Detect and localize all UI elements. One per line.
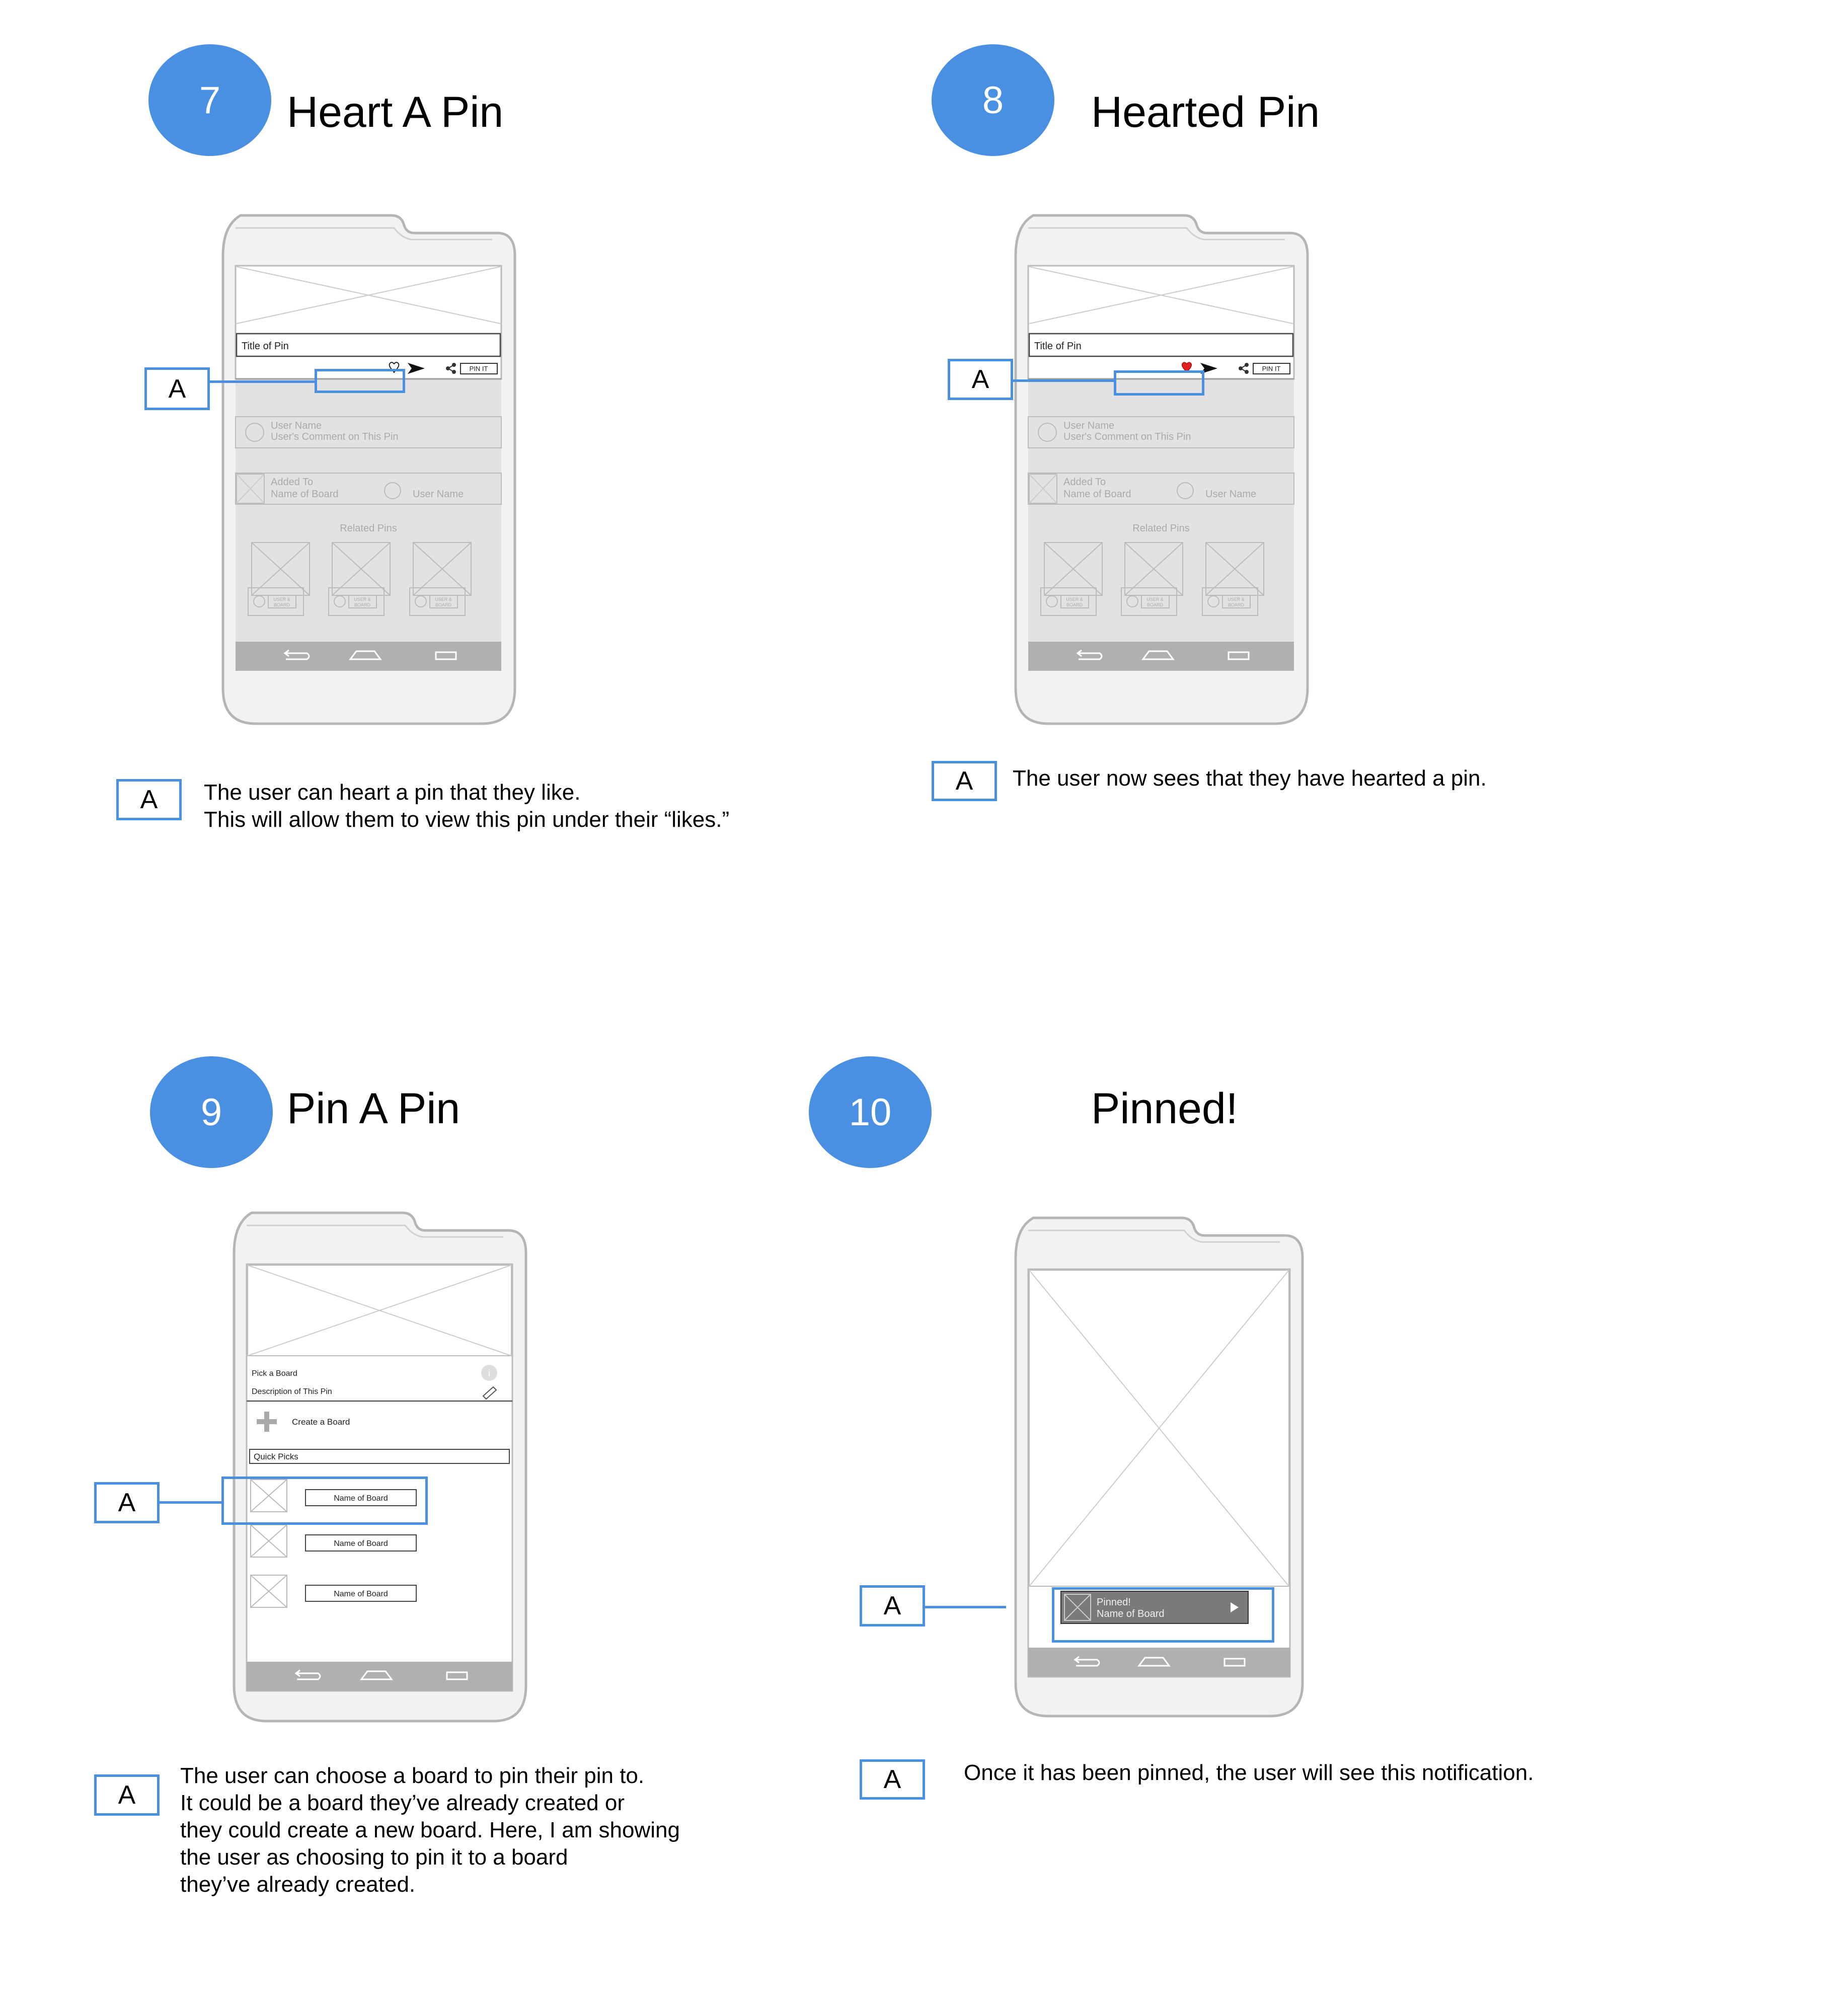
svg-text:USER &: USER & bbox=[1228, 597, 1245, 602]
legend-label-7: A bbox=[116, 779, 182, 820]
description-line: The user can heart a pin that they like. bbox=[204, 780, 581, 805]
phone-mockup-10: Pinned! Name of Board bbox=[1014, 1216, 1304, 1718]
description-line: Once it has been pinned, the user will s… bbox=[964, 1760, 1534, 1785]
step-title-8: Hearted Pin bbox=[1091, 88, 1320, 136]
svg-text:BOARD: BOARD bbox=[1066, 602, 1083, 607]
svg-text:BOARD: BOARD bbox=[354, 602, 371, 607]
step-number-7: 7 bbox=[148, 44, 271, 156]
svg-text:Name of Board: Name of Board bbox=[271, 489, 339, 500]
legend-label-9: A bbox=[94, 1774, 160, 1816]
svg-text:User Name: User Name bbox=[1205, 489, 1256, 500]
step-number-8: 8 bbox=[932, 44, 1054, 156]
svg-text:Related Pins: Related Pins bbox=[1132, 523, 1189, 534]
svg-text:Related Pins: Related Pins bbox=[340, 523, 397, 534]
description-line: The user now sees that they have hearted… bbox=[1013, 766, 1487, 791]
phone-mockup-9: Pick a Board i Description of This Pin C… bbox=[233, 1211, 527, 1723]
svg-text:Pick a Board: Pick a Board bbox=[252, 1369, 297, 1378]
step-title-9: Pin A Pin bbox=[287, 1084, 461, 1133]
svg-text:BOARD: BOARD bbox=[274, 602, 290, 607]
description-line: It could be a board they’ve already crea… bbox=[180, 1791, 625, 1815]
callout-label-8: A bbox=[948, 359, 1013, 400]
svg-text:BOARD: BOARD bbox=[1147, 602, 1164, 607]
step-title-7: Heart A Pin bbox=[287, 88, 504, 136]
highlight-board-9 bbox=[221, 1477, 428, 1525]
step-number-9: 9 bbox=[150, 1056, 273, 1168]
svg-text:User's Comment on This Pin: User's Comment on This Pin bbox=[1063, 431, 1191, 442]
description-10: Once it has been pinned, the user will s… bbox=[964, 1759, 1534, 1787]
callout-label-9: A bbox=[94, 1482, 160, 1523]
highlight-heart-7 bbox=[315, 369, 405, 393]
svg-text:USER &: USER & bbox=[1066, 597, 1083, 602]
description-line: they could create a new board. Here, I a… bbox=[180, 1818, 680, 1842]
svg-text:User's Comment on This Pin: User's Comment on This Pin bbox=[271, 431, 399, 442]
svg-text:USER &: USER & bbox=[1146, 597, 1164, 602]
svg-text:Name of Board: Name of Board bbox=[334, 1590, 388, 1598]
callout-line-9 bbox=[159, 1501, 222, 1504]
description-line: The user can choose a board to pin their… bbox=[180, 1763, 645, 1788]
description-line: they’ve already created. bbox=[180, 1872, 416, 1897]
callout-line-7 bbox=[209, 380, 316, 383]
svg-text:User Name: User Name bbox=[413, 489, 464, 500]
description-9: The user can choose a board to pin their… bbox=[180, 1762, 680, 1898]
description-line: This will allow them to view this pin un… bbox=[204, 807, 730, 832]
svg-text:USER &: USER & bbox=[273, 597, 290, 602]
svg-text:Create a Board: Create a Board bbox=[292, 1417, 350, 1427]
svg-text:Added To: Added To bbox=[271, 477, 313, 488]
pin-title-text: Title of Pin bbox=[242, 341, 289, 352]
pin-title-text: Title of Pin bbox=[1034, 341, 1082, 352]
description-8: The user now sees that they have hearted… bbox=[1013, 765, 1487, 792]
svg-text:i: i bbox=[488, 1368, 490, 1378]
legend-label-10: A bbox=[860, 1759, 925, 1800]
step-number-10: 10 bbox=[809, 1056, 932, 1168]
step-title-10: Pinned! bbox=[1091, 1084, 1238, 1133]
description-line: the user as choosing to pin it to a boar… bbox=[180, 1845, 568, 1870]
svg-text:BOARD: BOARD bbox=[435, 602, 452, 607]
svg-text:Quick Picks: Quick Picks bbox=[254, 1452, 298, 1461]
highlight-heart-8 bbox=[1114, 370, 1204, 396]
svg-text:USER &: USER & bbox=[354, 597, 371, 602]
callout-label-10: A bbox=[860, 1585, 925, 1626]
highlight-toast-10 bbox=[1052, 1587, 1274, 1643]
phone-mockup-7: Title of Pin PIN IT User Name User's Com… bbox=[221, 214, 516, 725]
svg-text:User Name: User Name bbox=[1063, 420, 1114, 431]
svg-text:PIN IT: PIN IT bbox=[470, 365, 488, 372]
svg-text:PIN IT: PIN IT bbox=[1262, 365, 1281, 372]
svg-text:Description of This Pin: Description of This Pin bbox=[252, 1387, 332, 1396]
svg-text:User Name: User Name bbox=[271, 420, 322, 431]
legend-label-8: A bbox=[932, 761, 997, 801]
callout-line-8 bbox=[1012, 379, 1115, 382]
phone-mockup-8: Title of Pin PIN IT User Name User's Com… bbox=[1014, 214, 1309, 725]
svg-text:Name of Board: Name of Board bbox=[1063, 489, 1131, 500]
svg-text:Added To: Added To bbox=[1063, 477, 1106, 488]
description-7: The user can heart a pin that they like.… bbox=[204, 779, 729, 833]
callout-line-10 bbox=[923, 1606, 1006, 1608]
svg-text:Name of Board: Name of Board bbox=[334, 1539, 388, 1548]
svg-text:USER &: USER & bbox=[435, 597, 452, 602]
svg-text:BOARD: BOARD bbox=[1228, 602, 1245, 607]
callout-label-7: A bbox=[144, 367, 210, 410]
